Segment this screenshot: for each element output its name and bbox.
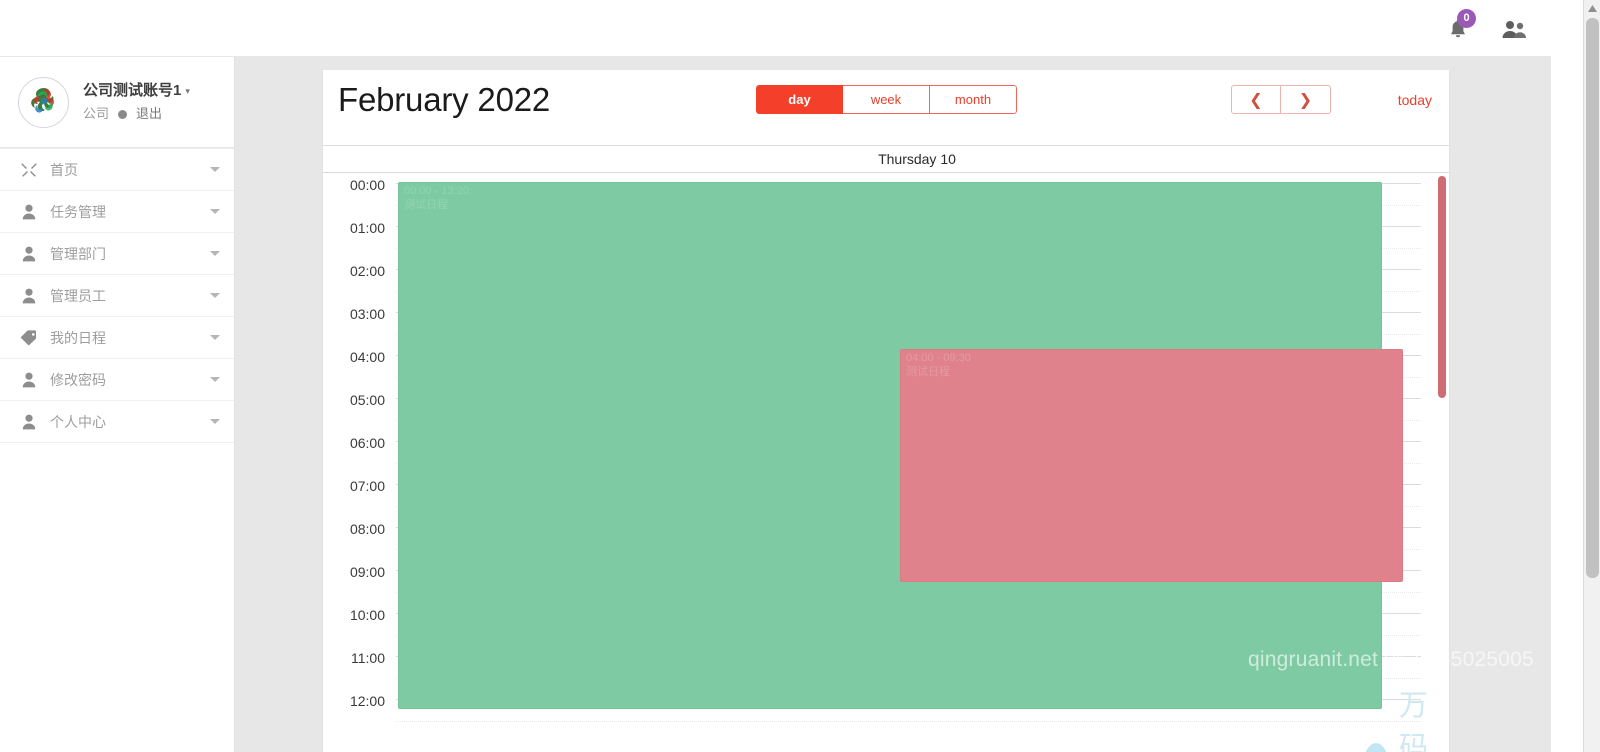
time-label: 08:00: [349, 521, 385, 537]
sidebar: 公司测试账号1 ▾ 公司 退出 首页任务管理管理部门管理员工我的日程修改密码个人中…: [0, 57, 235, 752]
time-label: 00:00: [349, 177, 385, 193]
sidebar-item-1[interactable]: 首页: [0, 149, 234, 191]
time-label: 06:00: [349, 435, 385, 451]
time-label: 07:00: [349, 478, 385, 494]
sidebar-item-4[interactable]: 管理员工: [0, 275, 234, 317]
day-header-label[interactable]: Thursday 10: [396, 151, 1449, 167]
user-icon: [18, 246, 40, 262]
time-label: 04:00: [349, 349, 385, 365]
sidebar-item-label: 首页: [50, 161, 78, 178]
chevron-down-icon[interactable]: [210, 167, 220, 172]
notification-count-badge: 0: [1457, 8, 1476, 28]
day-header: Thursday 10: [323, 145, 1449, 173]
sidebar-item-label: 管理部门: [50, 245, 106, 262]
profile-role: 公司: [83, 105, 110, 121]
time-label: 01:00: [349, 220, 385, 236]
page-scrollbar-thumb[interactable]: [1586, 18, 1599, 578]
sidebar-item-7[interactable]: 个人中心: [0, 401, 234, 443]
profile-name[interactable]: 公司测试账号1 ▾: [83, 80, 190, 102]
chevron-down-icon[interactable]: [210, 293, 220, 298]
page-right-gap: [1551, 57, 1583, 752]
calendar-nav-group: ❮ ❯: [1231, 85, 1331, 114]
watermark-logo-icon: [1363, 742, 1389, 752]
time-label: 02:00: [349, 263, 385, 279]
tools-icon: [18, 162, 40, 178]
user-icon: [18, 288, 40, 304]
time-label: 12:00: [349, 693, 385, 709]
scroll-up-arrow-icon[interactable]: [1584, 0, 1600, 17]
logout-link[interactable]: 退出: [136, 105, 162, 124]
time-grid-wrap: 00:00 01:00 02:00 03:00 04:00 05:00 06:00 07:00…: [323, 173, 1449, 733]
chevron-up-icon: [1588, 5, 1597, 12]
sidebar-item-3[interactable]: 管理部门: [0, 233, 234, 275]
top-bar-icon-group: 0: [1443, 0, 1529, 57]
profile-name-text: 公司测试账号1: [83, 82, 182, 100]
view-button-week[interactable]: week: [843, 85, 930, 114]
event-time: 00:00 - 13:20: [404, 185, 469, 197]
next-button[interactable]: ❯: [1281, 85, 1331, 114]
user-icon: [18, 204, 40, 220]
calendar-toolbar: February 2022 day week month ❮ ❯ today: [323, 70, 1449, 145]
sidebar-item-label: 修改密码: [50, 371, 106, 388]
sidebar-item-label: 我的日程: [50, 329, 106, 346]
users-icon: [1502, 20, 1526, 38]
profile-sub: 公司 退出: [83, 105, 190, 124]
profile-text: 公司测试账号1 ▾ 公司 退出: [83, 80, 190, 124]
view-button-day[interactable]: day: [756, 85, 843, 114]
status-dot-icon: [118, 109, 128, 119]
chevron-down-icon[interactable]: [210, 209, 220, 214]
sidebar-item-label: 任务管理: [50, 203, 106, 220]
sidebar-menu: 首页任务管理管理部门管理员工我的日程修改密码个人中心: [0, 148, 234, 443]
grid-half-hour-line: [396, 720, 1421, 722]
sidebar-item-label: 管理员工: [50, 287, 106, 304]
chevron-down-icon[interactable]: [210, 251, 220, 256]
top-bar: 0: [0, 0, 1551, 57]
user-icon: [18, 372, 40, 388]
view-button-month[interactable]: month: [930, 85, 1017, 114]
chevron-down-icon[interactable]: [210, 419, 220, 424]
today-button[interactable]: today: [1398, 85, 1432, 114]
chevron-down-icon[interactable]: [210, 335, 220, 340]
notification-bell-button[interactable]: 0: [1443, 8, 1476, 44]
sidebar-item-label: 个人中心: [50, 413, 106, 430]
calendar-event[interactable]: 04:00 - 09:30 测试日程: [900, 349, 1403, 582]
sidebar-item-5[interactable]: 我的日程: [0, 317, 234, 359]
grid-scrollbar-thumb[interactable]: [1438, 176, 1446, 398]
sidebar-item-2[interactable]: 任务管理: [0, 191, 234, 233]
content-area: February 2022 day week month ❮ ❯ today Thu…: [235, 57, 1551, 752]
event-title: 测试日程: [906, 365, 950, 378]
event-title: 测试日程: [404, 198, 448, 211]
event-time: 04:00 - 09:30: [906, 352, 971, 364]
profile-block[interactable]: 公司测试账号1 ▾ 公司 退出: [0, 57, 234, 148]
calendar-panel: February 2022 day week month ❮ ❯ today Thu…: [323, 70, 1534, 752]
user-icon: [18, 414, 40, 430]
chevron-down-icon[interactable]: [210, 377, 220, 382]
logo-icon: [30, 88, 54, 113]
time-label: 11:00: [351, 650, 385, 666]
view-switch-group: day week month: [756, 85, 1017, 114]
calendar-title: February 2022: [338, 81, 551, 118]
time-label: 05:00: [349, 392, 385, 408]
page-scrollbar[interactable]: [1583, 0, 1600, 752]
grid-scrollbar[interactable]: [1435, 173, 1449, 733]
chevron-down-icon: ▾: [185, 85, 190, 96]
tag-icon: [18, 329, 40, 346]
prev-button[interactable]: ❮: [1231, 85, 1281, 114]
sidebar-item-6[interactable]: 修改密码: [0, 359, 234, 401]
time-label: 10:00: [349, 607, 385, 623]
time-label: 03:00: [349, 306, 385, 322]
time-label: 09:00: [349, 564, 385, 580]
avatar[interactable]: [18, 76, 69, 128]
users-button[interactable]: [1499, 14, 1529, 44]
